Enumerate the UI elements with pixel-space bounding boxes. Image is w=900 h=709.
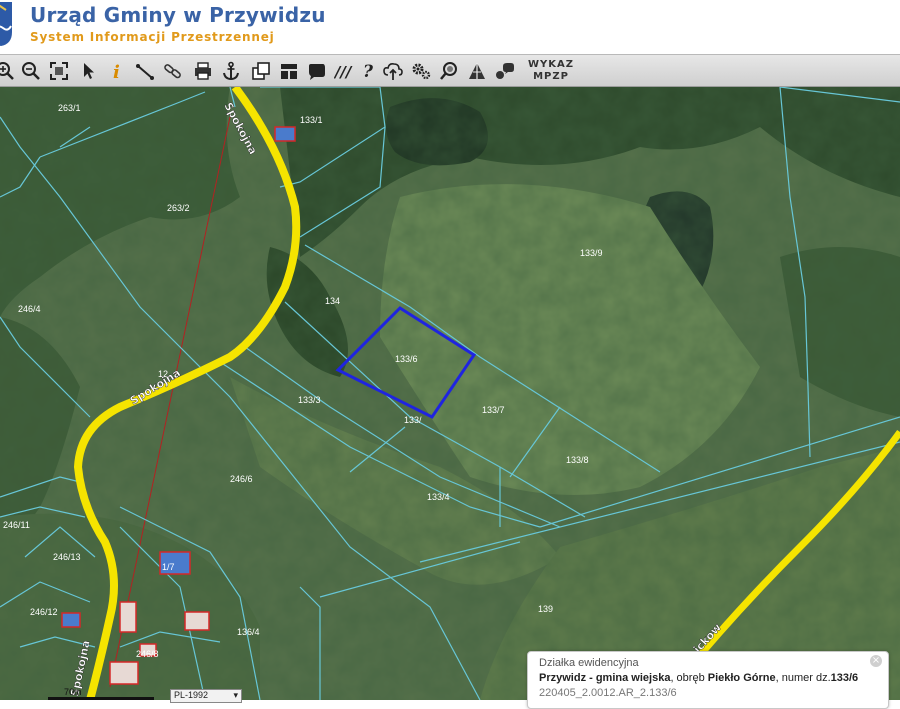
parcel-label: 246/6 [230,474,253,484]
parcel-label: 133/3 [298,395,321,405]
parcel-label: 133/9 [580,248,603,258]
parcel-label: 263/1 [58,103,81,113]
parcel-label: 246/13 [53,552,81,562]
parcel-label: 134 [325,296,340,306]
building [184,611,210,631]
app-subtitle: System Informacji Przestrzennej [30,30,275,44]
info-location-line: Przywidz - gmina wiejska, obręb Piekło G… [539,672,858,684]
info-location: Przywidz - gmina wiejska [539,672,671,684]
anchor-icon[interactable] [220,60,242,82]
info-title: Działka ewidencyjna [539,657,639,669]
parcel-label: 263/2 [167,203,190,213]
scale-label: 70m [64,687,82,697]
layers-icon[interactable] [250,60,272,82]
parcel-label: 133/7 [482,405,505,415]
svg-text:///: /// [334,63,353,81]
parcel-label: 246/11 [3,520,30,530]
building [119,601,137,633]
info-icon[interactable]: i [106,60,128,82]
comment-icon[interactable] [494,60,516,82]
mpzp-label: MPZP [533,71,569,82]
wykaz-mpzp-button[interactable]: WYKAZ MPZP [528,59,574,83]
settings-icon[interactable] [410,60,432,82]
tooltip-shape-icon[interactable] [306,60,328,82]
upload-cloud-icon[interactable] [382,60,404,82]
parcel-label: 139 [538,604,553,614]
svg-text:?: ? [363,62,374,82]
map-view[interactable]: 263/1 133/1 263/2 133/9 246/4 134 133/6 … [0,87,900,700]
crs-select[interactable]: PL-1992 ▾ [170,689,242,703]
info-number-prefix: , numer dz. [775,672,831,684]
measure-distance-icon[interactable] [134,60,156,82]
close-icon[interactable]: × [870,655,882,667]
scale-bar: 70m [48,687,154,700]
info-number: 133/6 [830,672,859,684]
header: Urząd Gminy w Przywidzu System Informacj… [0,0,900,54]
crs-value: PL-1992 [174,690,209,700]
zoom-in-icon[interactable] [0,60,16,82]
app-title: Urząd Gminy w Przywidzu [30,3,326,27]
parcel-label: 133/4 [427,492,450,502]
parcel-label: 246/4 [18,304,41,314]
svg-text:i: i [113,62,120,82]
building [109,661,139,685]
parcel-label: 133/1 [300,115,323,125]
parcel-label: 133/8 [566,455,589,465]
coat-of-arms-logo [0,2,12,46]
hatch-icon[interactable]: /// [334,60,356,82]
parcel-label-selected: 133/6 [395,354,418,364]
select-pointer-icon[interactable] [78,60,100,82]
building [274,126,296,142]
parcel-info-popup: × Działka ewidencyjna Przywidz - gmina w… [527,651,889,709]
zoom-out-icon[interactable] [20,60,42,82]
chevron-down-icon: ▾ [233,690,238,700]
zoom-extent-icon[interactable] [48,60,70,82]
building [61,612,81,628]
help-icon[interactable]: ? [358,60,380,82]
wykaz-label: WYKAZ [528,59,575,70]
parcel-label: 133/ [404,415,422,425]
parcel-label: 1/7 [162,562,175,572]
parcel-label: 136/4 [237,627,260,637]
info-precinct: Piekło Górne [707,672,776,684]
toolbar: i /// ? WYKAZ MPZP [0,54,900,87]
parcel-label: 246/8 [136,649,159,659]
layout-icon[interactable] [278,60,300,82]
info-parcel-id: 220405_2.0012.AR_2.133/6 [539,687,677,699]
measure-link-icon[interactable] [162,60,184,82]
perspective-icon[interactable] [466,60,488,82]
info-precinct-prefix: , obręb [670,672,708,684]
print-icon[interactable] [192,60,214,82]
parcel-label: 246/12 [30,607,58,617]
map-canvas[interactable]: 263/1 133/1 263/2 133/9 246/4 134 133/6 … [0,87,900,700]
search-zoom-icon[interactable] [438,60,460,82]
